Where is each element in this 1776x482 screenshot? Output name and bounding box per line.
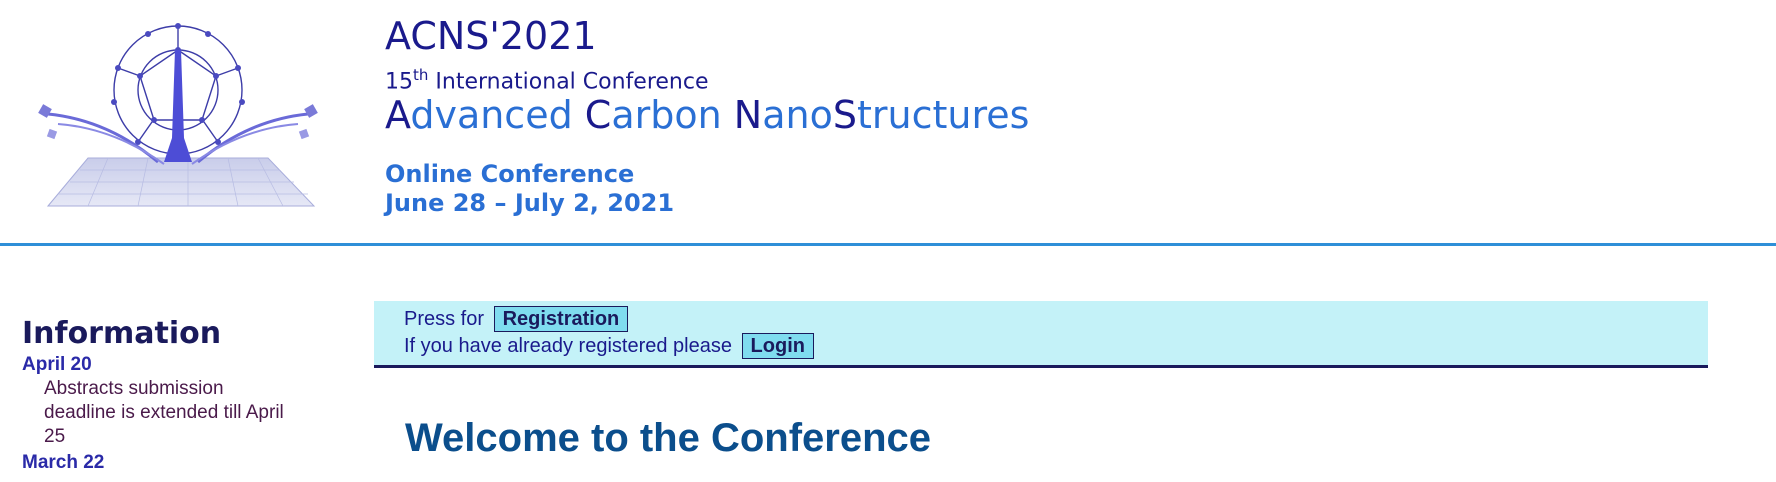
registration-button[interactable]: Registration <box>493 306 629 332</box>
name-capital: A <box>385 93 411 137</box>
conference-name: Advanced Carbon NanoStructures <box>385 93 1029 137</box>
name-capital: C <box>584 93 612 137</box>
name-capital: S <box>832 93 857 137</box>
sidebar-title: Information <box>22 316 222 351</box>
registration-notice: Press for Registration If you have alrea… <box>374 301 1708 368</box>
conference-acronym: ACNS'2021 <box>385 14 597 58</box>
name-part: tructures <box>856 93 1030 137</box>
edition-text: International Conference <box>428 69 709 95</box>
notice-login-text: If you have already registered please <box>404 335 732 357</box>
name-part: arbon <box>611 93 734 137</box>
conference-dates: June 28 – July 2, 2021 <box>385 189 675 217</box>
name-capital: N <box>733 93 763 137</box>
news-date: March 22 <box>22 452 105 473</box>
login-button[interactable]: Login <box>741 333 814 359</box>
notice-press-text: Press for <box>404 308 485 330</box>
name-part: dvanced <box>410 93 585 137</box>
notice-line-registration: Press for Registration <box>404 306 629 332</box>
site-header: ACNS'2021 15th International Conference … <box>0 0 1776 246</box>
fullerene-tower-logo <box>38 23 318 207</box>
conference-format: Online Conference <box>385 160 635 188</box>
information-sidebar: Information April 20 Abstracts submissio… <box>22 316 322 475</box>
conference-edition: 15th International Conference <box>385 62 709 95</box>
page-heading: Welcome to the Conference <box>405 416 932 460</box>
notice-line-login: If you have already registered please Lo… <box>404 333 814 359</box>
news-date: April 20 <box>22 354 92 375</box>
name-part: ano <box>762 93 833 137</box>
edition-number: 15 <box>385 69 413 95</box>
edition-suffix: th <box>413 66 429 84</box>
news-text[interactable]: Abstracts submission deadline is extende… <box>44 377 284 449</box>
